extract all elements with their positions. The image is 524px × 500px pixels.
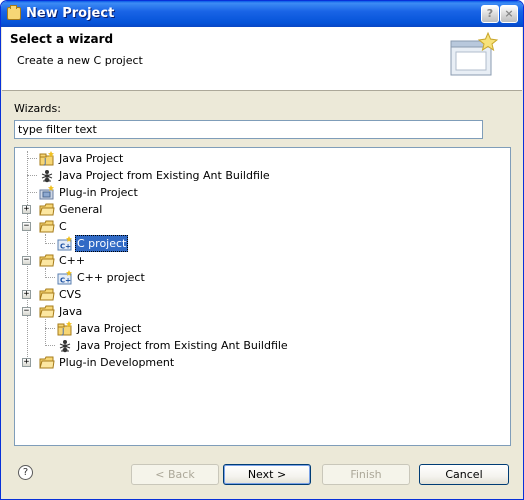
c-project-icon: C+ <box>57 236 72 251</box>
tree-item-label: Java Project from Existing Ant Buildfile <box>77 339 288 352</box>
next-button[interactable]: Next > <box>223 464 311 485</box>
expand-icon[interactable]: + <box>22 290 31 299</box>
tree-item-label: Java Project <box>59 152 124 165</box>
tree-item-label: C project <box>75 235 129 252</box>
expand-icon[interactable]: + <box>22 205 31 214</box>
folder-icon <box>39 305 55 318</box>
collapse-icon[interactable]: − <box>22 307 31 316</box>
tree-item-general[interactable]: + General <box>15 201 510 218</box>
tree-item-java[interactable]: − Java <box>15 303 510 320</box>
svg-text:C+: C+ <box>60 277 71 285</box>
tree-item-plugin-development[interactable]: + Plug-in Development <box>15 354 510 371</box>
folder-icon <box>39 288 55 301</box>
expand-icon[interactable]: + <box>22 358 31 367</box>
tree-item-label: C <box>59 220 67 233</box>
wizard-banner: Select a wizard Create a new C project <box>2 27 522 91</box>
svg-text:J: J <box>43 157 46 166</box>
tree-item-label: C++ project <box>77 271 145 284</box>
finish-button[interactable]: Finish <box>322 464 410 485</box>
tree-item-cpp-project[interactable]: C+ C++ project <box>15 269 510 286</box>
folder-icon <box>39 220 55 233</box>
page-description: Create a new C project <box>17 54 143 67</box>
tree-item-cvs[interactable]: + CVS <box>15 286 510 303</box>
close-button[interactable]: × <box>500 5 518 23</box>
ant-icon <box>41 170 53 183</box>
new-wizard-icon <box>450 31 499 76</box>
collapse-icon[interactable]: − <box>22 222 31 231</box>
tree-item-label: CVS <box>59 288 82 301</box>
tree-item-label: Java <box>59 305 83 318</box>
tree-item-label: Plug-in Project <box>59 186 138 199</box>
tree-item-label: General <box>59 203 103 216</box>
cancel-button[interactable]: Cancel <box>419 464 509 485</box>
back-button[interactable]: < Back <box>131 464 219 485</box>
filter-input[interactable] <box>14 120 483 139</box>
tree-item-label: Plug-in Development <box>59 356 175 369</box>
collapse-icon[interactable]: − <box>22 256 31 265</box>
new-project-dialog: New Project ? × Select a wizard Create a… <box>0 0 524 500</box>
help-icon[interactable]: ? <box>18 465 33 480</box>
title-help-button[interactable]: ? <box>481 5 499 23</box>
c-project-icon: C+ <box>57 270 72 285</box>
tree-item-label: Java Project from Existing Ant Buildfile <box>59 169 270 182</box>
java-project-icon: J <box>39 151 54 166</box>
title-bar[interactable]: New Project ? × <box>1 1 523 27</box>
folder-icon <box>39 254 55 267</box>
tree-item-c-project[interactable]: C+ C project <box>15 235 510 252</box>
tree-item-c[interactable]: − C <box>15 218 510 235</box>
svg-text:C+: C+ <box>60 243 71 251</box>
wizard-tree[interactable]: J Java Project Java Project from Existin… <box>14 147 511 446</box>
window-title: New Project <box>26 6 115 21</box>
folder-icon <box>39 356 55 369</box>
svg-text:J: J <box>61 327 64 336</box>
tree-item-label: Java Project <box>77 322 142 335</box>
tree-item-java-ant-child[interactable]: Java Project from Existing Ant Buildfile <box>15 337 510 354</box>
tree-item-plugin-project[interactable]: Plug-in Project <box>15 184 510 201</box>
tree-item-java-ant[interactable]: Java Project from Existing Ant Buildfile <box>15 167 510 184</box>
tree-item-label: C++ <box>59 254 86 267</box>
wizards-label: Wizards: <box>14 102 61 115</box>
folder-icon <box>7 5 21 20</box>
plugin-project-icon <box>39 185 54 200</box>
tree-item-java-java-project[interactable]: J Java Project <box>15 320 510 337</box>
tree-item-java-project[interactable]: J Java Project <box>15 150 510 167</box>
page-title: Select a wizard <box>10 32 114 46</box>
folder-icon <box>39 203 55 216</box>
ant-icon <box>59 340 71 353</box>
java-project-icon: J <box>57 321 72 336</box>
tree-item-cpp[interactable]: − C++ <box>15 252 510 269</box>
